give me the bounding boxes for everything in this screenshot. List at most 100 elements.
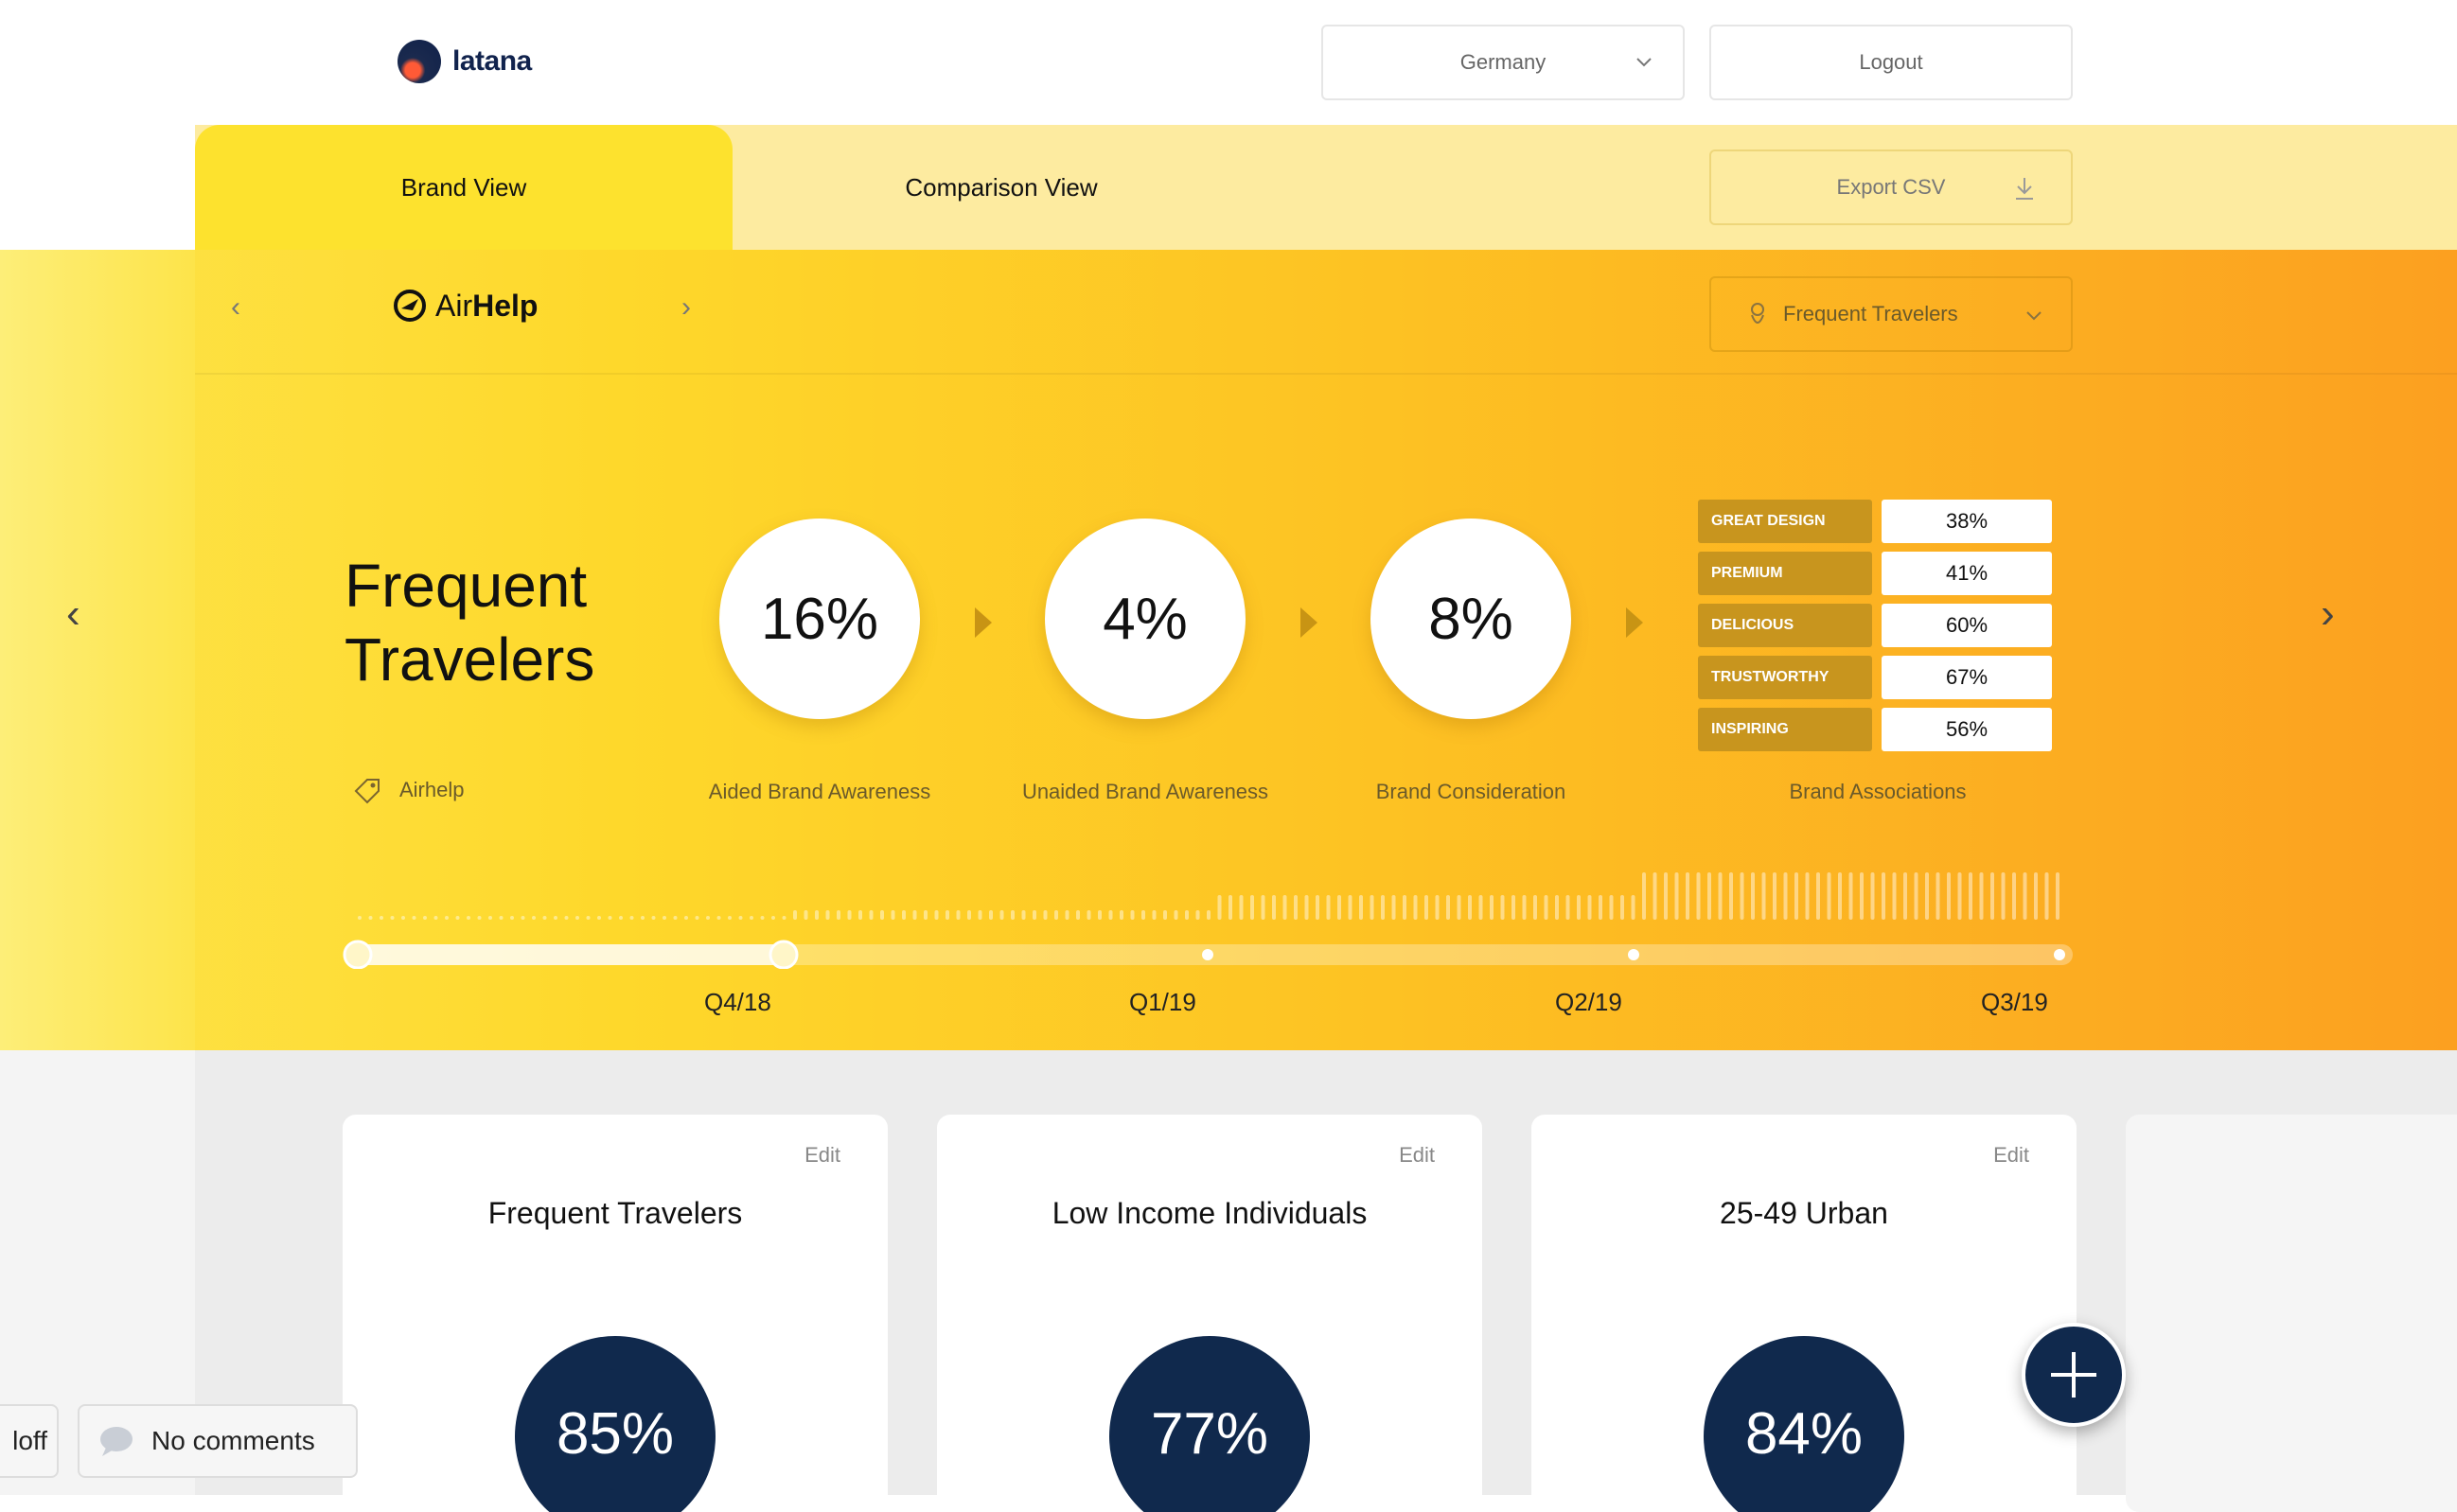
timeline-dot (2054, 949, 2065, 960)
edit-link[interactable]: Edit (804, 1143, 840, 1168)
volume-tick (1316, 895, 1319, 920)
volume-tick (1195, 910, 1200, 920)
edit-link[interactable]: Edit (1399, 1143, 1435, 1168)
latana-logo-icon (398, 40, 441, 83)
volume-tick (401, 916, 405, 920)
volume-tick (1098, 910, 1102, 920)
volume-tick (716, 916, 721, 920)
volume-tick (1391, 895, 1396, 920)
next-brand-chevron-icon[interactable]: › (681, 291, 691, 324)
volume-tick (1424, 895, 1428, 920)
segment-card-value: 84% (1744, 1401, 1864, 1467)
volume-tick (1794, 872, 1798, 920)
latana-logo[interactable]: latana (398, 40, 532, 83)
logout-button[interactable]: Logout (1709, 25, 2073, 100)
volume-tick (412, 916, 416, 920)
segment-card[interactable]: Edit 25-49 Urban 84% (1531, 1115, 2077, 1512)
volume-tick (1185, 910, 1189, 920)
export-csv-button[interactable]: Export CSV (1709, 149, 2073, 225)
volume-tick (1642, 872, 1646, 920)
association-value: 60% (1882, 604, 2052, 647)
brand-tag-label: Airhelp (399, 778, 465, 801)
timeline-volume-ticks (358, 872, 2059, 920)
volume-tick (1348, 895, 1352, 920)
partial-left-pill[interactable]: loff (0, 1404, 59, 1478)
segment-title: Frequent Travelers (345, 549, 594, 696)
association-value: 41% (1882, 552, 2052, 595)
volume-tick (1174, 910, 1178, 920)
volume-tick (1468, 895, 1472, 920)
volume-tick (891, 910, 895, 920)
comments-label: No comments (151, 1426, 315, 1455)
volume-tick (1979, 872, 1984, 920)
segment-select[interactable]: Frequent Travelers (1709, 276, 2073, 352)
brand-name: AirHelp (392, 288, 538, 324)
volume-tick (554, 916, 557, 920)
volume-tick (1914, 872, 1918, 920)
volume-tick (1816, 872, 1820, 920)
tab-brand-view[interactable]: Brand View (195, 125, 733, 250)
volume-tick (2044, 872, 2049, 920)
association-row: PREMIUM 41% (1698, 552, 2052, 595)
tab-comparison-view[interactable]: Comparison View (733, 125, 1270, 250)
volume-tick (629, 916, 634, 920)
volume-tick (1827, 872, 1831, 920)
volume-tick (1544, 895, 1548, 920)
edit-link[interactable]: Edit (1993, 1143, 2029, 1168)
volume-tick (1435, 895, 1440, 920)
segment-card[interactable]: Edit Low Income Individuals 77% (937, 1115, 1482, 1512)
volume-tick (978, 910, 982, 920)
volume-tick (1664, 872, 1668, 920)
segment-card-value: 85% (556, 1401, 675, 1467)
timeline-handle-end[interactable] (769, 940, 799, 969)
volume-tick (728, 916, 732, 920)
volume-tick (1957, 872, 1962, 920)
timeline-dot (1628, 949, 1639, 960)
volume-tick (673, 916, 678, 920)
timeline-dot (1202, 949, 1213, 960)
segment-card-title: Frequent Travelers (487, 1196, 743, 1230)
segment-card-partial[interactable] (2126, 1115, 2457, 1512)
volume-tick (510, 916, 514, 920)
volume-tick (542, 916, 547, 920)
volume-tick (793, 910, 797, 920)
volume-tick (1457, 895, 1461, 920)
volume-tick (1903, 872, 1907, 920)
segment-card[interactable]: Edit Frequent Travelers 85% (343, 1115, 888, 1512)
volume-tick (825, 910, 830, 920)
association-name: PREMIUM (1698, 552, 1872, 595)
prev-segment-arrow-icon[interactable]: ‹ (66, 590, 80, 638)
brand-hero-panel: ‹ AirHelp › Frequent Travelers ‹ › Frequ… (0, 250, 2457, 1050)
timeline-slider[interactable] (341, 855, 2092, 969)
kpi-value: 4% (1103, 586, 1188, 652)
next-segment-arrow-icon[interactable]: › (2321, 590, 2335, 638)
volume-tick (804, 910, 808, 920)
volume-tick (1446, 895, 1450, 920)
volume-tick (1653, 872, 1657, 920)
volume-tick (1577, 895, 1581, 920)
tab-comparison-view-label: Comparison View (905, 172, 1098, 202)
volume-tick (1686, 872, 1689, 920)
volume-tick (738, 916, 743, 920)
comments-button[interactable]: No comments (78, 1404, 358, 1478)
plus-icon (2051, 1352, 2096, 1398)
kpi-label: Aided Brand Awareness (708, 780, 931, 803)
volume-tick (989, 910, 993, 920)
volume-tick (2023, 872, 2027, 920)
prev-brand-chevron-icon[interactable]: ‹ (231, 291, 240, 324)
volume-tick (1783, 872, 1788, 920)
volume-tick (1250, 895, 1254, 920)
volume-tick (1751, 872, 1755, 920)
volume-tick (1969, 872, 1972, 920)
association-name: INSPIRING (1698, 708, 1872, 751)
country-select[interactable]: Germany (1321, 25, 1685, 100)
volume-tick (651, 916, 656, 920)
volume-tick (880, 910, 884, 920)
brand-tag: Airhelp (352, 776, 464, 804)
unaided-awareness-circle: 4% (1045, 519, 1246, 719)
add-segment-button[interactable] (2022, 1323, 2126, 1427)
timeline-handle-start[interactable] (343, 940, 373, 969)
volume-tick (2012, 872, 2016, 920)
volume-tick (641, 916, 645, 920)
view-tabs-bar: Brand View Comparison View Export CSV (0, 125, 2457, 250)
